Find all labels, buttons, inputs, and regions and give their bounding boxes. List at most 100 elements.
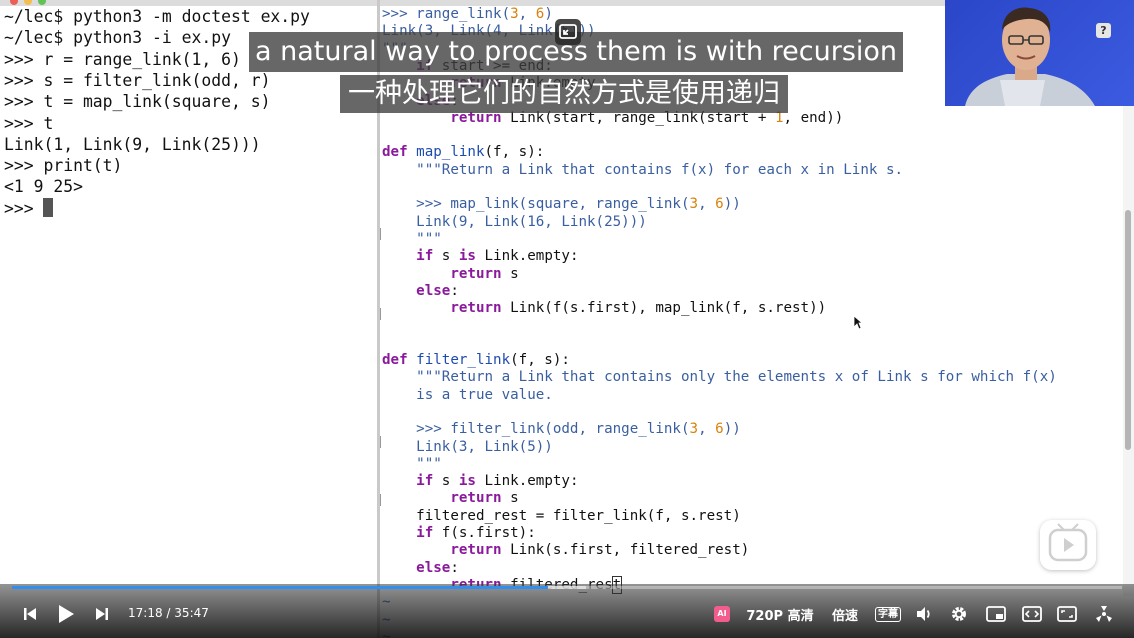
terminal-line: >>> s = filter_link(odd, r) [4, 70, 271, 90]
code-token: def [382, 352, 408, 368]
fullscreen-icon [1096, 606, 1112, 622]
code-token: return [450, 300, 502, 317]
mouse-pointer-icon [853, 315, 863, 330]
speed-button[interactable]: 倍速 [827, 600, 863, 628]
skip-previous-icon [24, 608, 36, 620]
code-line: Link(9, Link(16, Link(25))) [382, 214, 647, 231]
code-token: , [698, 421, 716, 438]
webcam-inset [945, 0, 1134, 106]
terminal-line: >>> [4, 197, 54, 219]
code-token: Link(s.first, filtered_rest) [501, 542, 750, 559]
code-line: """Return a Link that contains f(x) for … [382, 162, 903, 179]
code-token: 3 [689, 196, 699, 213]
code-token: return [450, 490, 502, 507]
code-token: else [416, 559, 451, 576]
code-token: f(s.first): [433, 525, 536, 541]
zoom-traffic-light-icon [38, 0, 46, 5]
code-token: """ [416, 230, 442, 247]
quality-button[interactable]: 720P 高清 [740, 600, 820, 628]
video-frame[interactable]: ~/lec$ python3 -m doctest ex.py ~/lec$ py… [0, 0, 1134, 638]
code-token: s [433, 473, 459, 490]
code-line: def filter_link(f, s): [382, 352, 570, 369]
code-token: ) [544, 6, 553, 22]
mini-player-button[interactable] [555, 19, 581, 45]
code-token: >>> filter_link(odd, range_link( [416, 421, 690, 438]
web-fullscreen-icon [1057, 606, 1077, 622]
ai-assistant-button[interactable]: AI [713, 600, 731, 628]
widescreen-icon [1022, 606, 1042, 622]
code-line: if s is Link.empty: [382, 473, 578, 490]
code-token: >>> map_link(square, range_link( [416, 196, 690, 213]
code-token: is [458, 473, 476, 490]
code-line: >>> range_link(3, 6) [382, 6, 553, 23]
code-line: else: [382, 560, 459, 577]
picture-in-picture-icon [986, 606, 1006, 622]
subtitle-icon: 字幕 [875, 606, 901, 622]
skip-next-icon [96, 608, 108, 620]
code-line: def map_link(f, s): [382, 144, 544, 161]
code-token: )) [723, 196, 741, 213]
web-fullscreen-button[interactable] [1055, 600, 1079, 628]
code-token: if [416, 248, 434, 265]
next-button[interactable] [91, 600, 113, 628]
code-token: , [698, 196, 716, 213]
time-display: 17:18 / 35:47 [128, 606, 209, 620]
help-icon[interactable]: ? [1096, 23, 1111, 38]
play-icon [59, 605, 74, 623]
code-token: map_link [416, 144, 485, 161]
code-token: , [518, 6, 536, 22]
code-line: """ [382, 231, 442, 248]
previous-button[interactable] [19, 600, 41, 628]
code-line: else: [382, 283, 459, 300]
code-token: return [450, 265, 502, 282]
settings-button[interactable] [947, 600, 971, 628]
gutter-mark [380, 436, 381, 448]
volume-icon [917, 607, 930, 621]
code-token: is a true value. [416, 386, 553, 403]
code-token: Link(9, Link(16, Link(25))) [416, 213, 647, 230]
fullscreen-button[interactable] [1091, 600, 1117, 628]
subtitle-button[interactable]: 字幕 [873, 600, 903, 628]
code-token: : [450, 559, 459, 576]
widescreen-button[interactable] [1020, 600, 1044, 628]
ai-badge-icon: AI [714, 606, 730, 622]
terminal-line: >>> t = map_link(square, s) [4, 92, 271, 112]
presenter-video [965, 7, 1095, 106]
gutter-mark [380, 494, 381, 506]
code-token: >>> range_link( [382, 6, 511, 22]
code-token: , end)) [783, 109, 844, 126]
code-token: s [433, 248, 459, 265]
code-line: """Return a Link that contains only the … [382, 369, 1057, 386]
floating-play-button[interactable] [1040, 520, 1096, 570]
pip-button[interactable] [984, 600, 1008, 628]
code-line: >>> filter_link(odd, range_link(3, 6)) [382, 421, 741, 438]
code-token: return [450, 542, 502, 559]
editor-scrollbar-thumb[interactable] [1125, 210, 1131, 450]
code-line: is a true value. [382, 387, 553, 404]
code-line: >>> map_link(square, range_link(3, 6)) [382, 196, 741, 213]
code-line: Link(3, Link(5)) [382, 439, 553, 456]
code-line: return Link(f(s.first), map_link(f, s.re… [382, 300, 826, 317]
play-button[interactable] [53, 600, 79, 628]
gear-icon [952, 607, 966, 621]
code-line: if f(s.first): [382, 525, 536, 542]
code-token: 3 [510, 6, 519, 22]
terminal-line: <1 9 25> [4, 177, 83, 197]
code-token: s [501, 490, 519, 507]
code-token: Link.empty: [475, 473, 579, 490]
volume-button[interactable] [912, 600, 936, 628]
terminal-line: ~/lec$ python3 -i ex.py [4, 28, 231, 48]
code-line: return Link(s.first, filtered_rest) [382, 542, 749, 559]
code-token: (f, s): [510, 352, 570, 368]
